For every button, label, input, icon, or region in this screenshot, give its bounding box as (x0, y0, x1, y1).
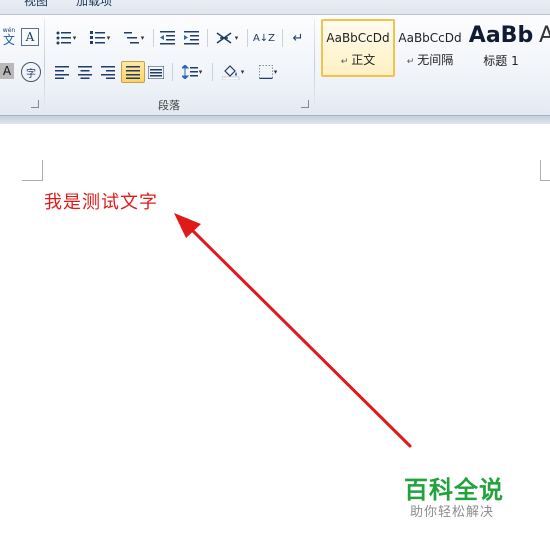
divider (153, 29, 154, 47)
align-left-button[interactable] (52, 62, 72, 82)
sort-icon: A↓Z (252, 32, 276, 44)
align-center-button[interactable] (75, 62, 95, 82)
document-text[interactable]: 我是测试文字 (44, 188, 158, 214)
show-hide-marks-button[interactable]: ↵ (288, 28, 308, 48)
chinese-layout-button[interactable]: ▾ (212, 28, 242, 48)
line-spacing-button[interactable]: ▾ (178, 62, 206, 82)
watermark-title: 百科全说 (404, 476, 504, 504)
line-spacing-icon (181, 65, 198, 79)
increase-indent-button[interactable] (182, 28, 202, 48)
tab-addins[interactable]: 加载项 (76, 0, 112, 9)
increase-indent-icon (184, 31, 199, 45)
chevron-down-icon: ▾ (240, 68, 245, 76)
numbering-button[interactable]: ▾ (86, 28, 114, 48)
font-dialog-launcher-icon[interactable] (31, 100, 39, 108)
character-border-button[interactable]: A (21, 28, 39, 46)
paragraph-mark-icon: ↵ (292, 30, 304, 46)
chevron-down-icon: ▾ (106, 34, 111, 42)
ribbon-tabs-strip: 视图 加载项 (0, 0, 550, 15)
distributed-button[interactable] (146, 62, 166, 82)
decrease-indent-icon (160, 31, 175, 45)
align-right-icon (101, 65, 115, 79)
group-separator (44, 19, 45, 111)
justify-button[interactable] (121, 61, 145, 83)
margin-corner-mark (540, 160, 550, 181)
ribbon: wén 文 A A 字 ▾ ▾ ▾ ▾ A↓Z ↵ ▾ ▾ ▾ 段落 AaBbC… (0, 15, 550, 115)
character-shading-icon: A (2, 64, 12, 78)
style-sample: AaBbCcDd (326, 31, 390, 45)
paragraph-group-label: 段落 (158, 99, 180, 112)
sort-button[interactable]: A↓Z (252, 28, 276, 48)
style-sample: AaBb (468, 23, 534, 48)
paint-bucket-icon (221, 65, 239, 80)
divider (212, 63, 213, 81)
tab-view[interactable]: 视图 (24, 0, 48, 9)
phonetic-guide-button[interactable]: wén 文 (0, 27, 18, 47)
chevron-down-icon: ▾ (234, 34, 239, 42)
chevron-down-icon: ▾ (273, 68, 278, 76)
style-name: 标题 1 (483, 54, 519, 68)
shading-button[interactable]: ▾ (218, 62, 248, 82)
style-name-line: ↵ 无间隔 (407, 51, 454, 68)
style-name: 正文 (351, 53, 376, 67)
chevron-down-icon: ▾ (72, 34, 77, 42)
paragraph-mark-icon: ↵ (340, 57, 349, 67)
style-heading-1[interactable]: AaBb 标题 1 (468, 21, 534, 75)
numbering-icon (89, 31, 105, 44)
chinese-layout-icon (216, 32, 232, 44)
borders-icon (258, 65, 273, 79)
style-name-line: ↵ 正文 (341, 51, 376, 68)
distributed-icon (148, 65, 164, 79)
paragraph-mark-icon: ↵ (406, 57, 415, 67)
style-sample: A (539, 23, 550, 48)
style-name: 无间隔 (417, 53, 454, 67)
align-right-button[interactable] (98, 62, 118, 82)
paragraph-dialog-launcher-icon[interactable] (301, 100, 309, 108)
style-normal[interactable]: AaBbCcDd ↵ 正文 (321, 19, 395, 77)
phonetic-char: 文 (2, 33, 15, 47)
align-center-icon (78, 65, 92, 79)
character-shading-button[interactable]: A (0, 63, 14, 79)
group-separator (314, 19, 315, 111)
enclose-characters-button[interactable]: 字 (21, 62, 41, 82)
style-heading-2[interactable]: A (539, 21, 550, 75)
watermark-subtitle: 助你轻松解决 (410, 505, 495, 520)
divider (282, 29, 283, 47)
multilevel-list-button[interactable]: ▾ (120, 28, 148, 48)
decrease-indent-button[interactable] (158, 28, 178, 48)
justify-icon (126, 65, 140, 79)
bullets-icon (56, 31, 71, 45)
chevron-down-icon: ▾ (140, 34, 145, 42)
ribbon-bottom-edge (0, 115, 550, 124)
bullets-button[interactable]: ▾ (52, 28, 80, 48)
multilevel-list-icon (123, 32, 139, 44)
character-border-icon: A (25, 30, 35, 44)
enclose-characters-icon: 字 (26, 68, 36, 80)
divider (247, 29, 248, 47)
divider (207, 29, 208, 47)
margin-corner-mark (22, 160, 43, 181)
align-left-icon (55, 65, 69, 79)
chevron-down-icon: ▾ (198, 68, 203, 76)
divider (172, 63, 173, 81)
style-no-spacing[interactable]: AaBbCcDd ↵ 无间隔 (394, 21, 466, 75)
borders-button[interactable]: ▾ (253, 62, 283, 82)
style-sample: AaBbCcDd (398, 31, 462, 45)
